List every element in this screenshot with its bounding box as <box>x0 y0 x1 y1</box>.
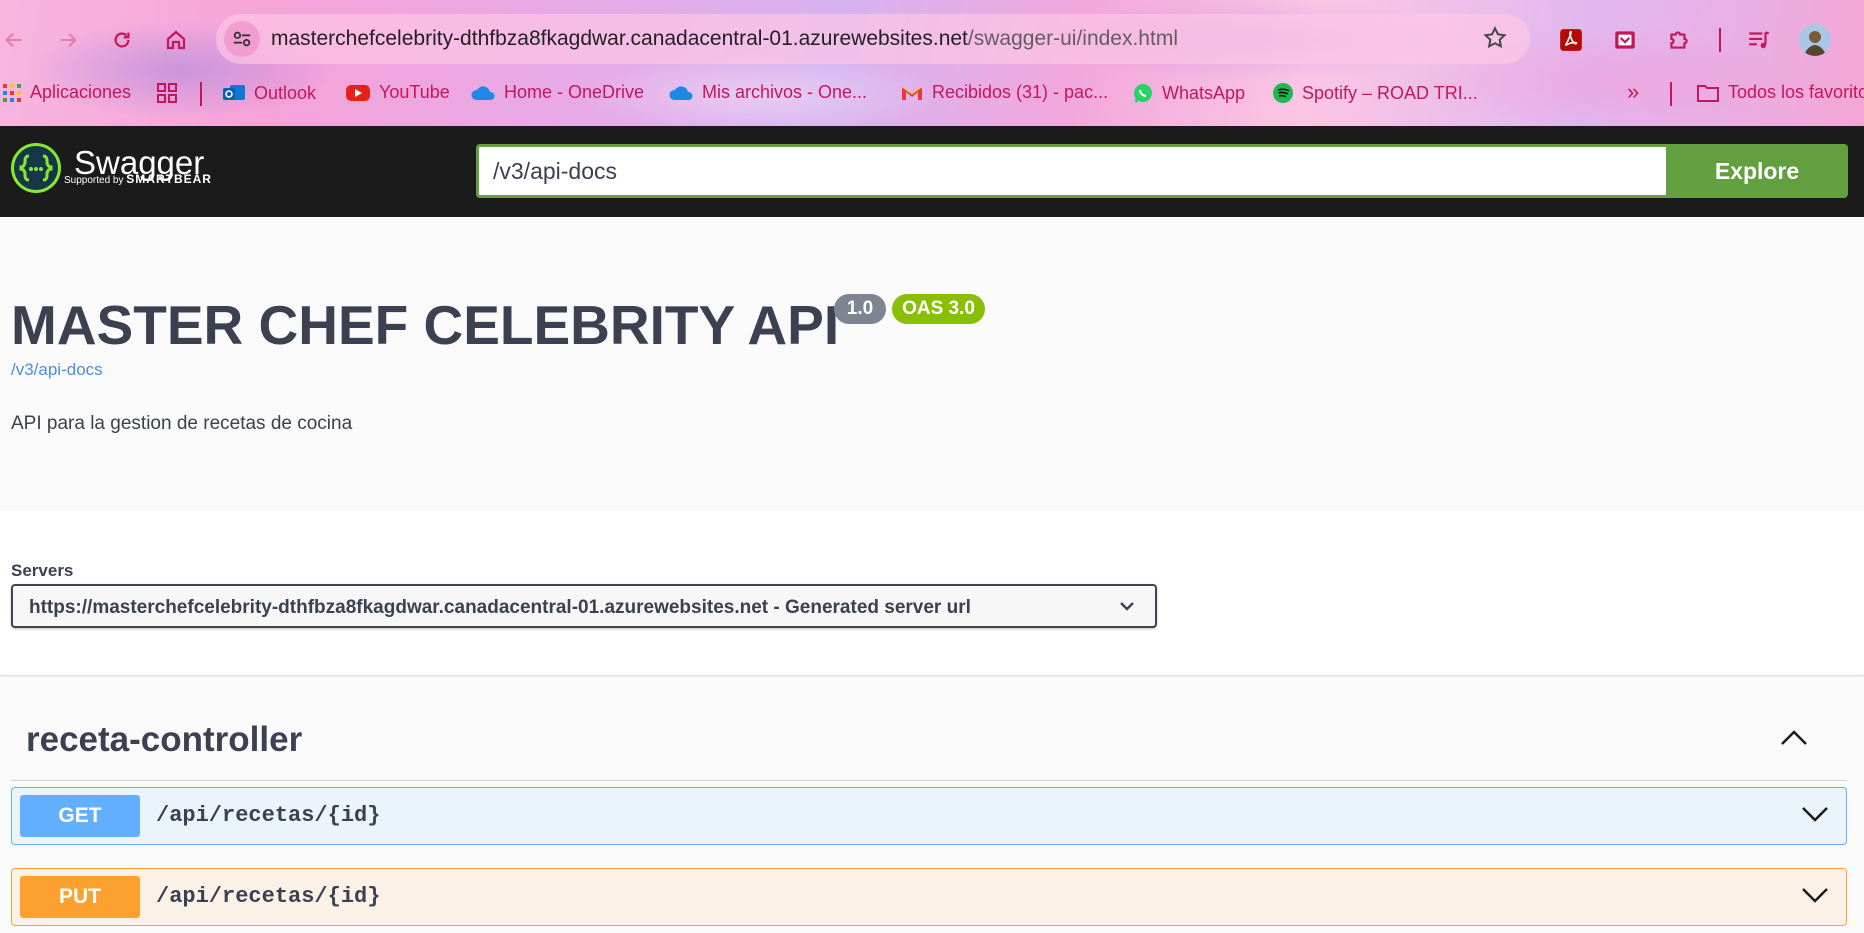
bookmark-divider <box>200 82 202 106</box>
method-badge: GET <box>20 795 140 837</box>
version-badge: 1.0 <box>834 294 886 324</box>
whatsapp-icon <box>1134 84 1152 103</box>
bookmark-star-button[interactable] <box>1482 25 1508 56</box>
bookmark-label: Recibidos (31) - pac... <box>932 82 1109 102</box>
operation-put-receta[interactable]: PUT /api/recetas/{id} <box>11 868 1847 926</box>
logo-sub-prefix: Supported by <box>64 175 124 186</box>
onedrive-icon <box>471 85 495 100</box>
server-selected-value: https://masterchefcelebrity-dthfbza8fkag… <box>29 597 971 618</box>
bookmark-outlook[interactable]: Outlook <box>222 82 316 104</box>
bookmarks-bar: Aplicaciones Outlook YouTube Home - OneD… <box>0 78 1864 112</box>
reload-icon <box>114 32 130 48</box>
bookmark-label: Todos los favoritos <box>1728 82 1864 102</box>
swagger-logo[interactable]: Swagger <box>10 142 204 194</box>
toolbar-divider <box>1719 28 1721 52</box>
chevron-down-icon[interactable] <box>1800 804 1830 824</box>
onedrive-icon <box>669 85 693 100</box>
outlook-icon <box>223 85 245 100</box>
spec-url-input[interactable] <box>476 144 1666 198</box>
operation-path: /api/recetas/{id} <box>156 803 381 828</box>
save-extension[interactable] <box>1611 26 1639 54</box>
logo-subtitle: Supported by SMARTBEAR <box>64 172 212 186</box>
tune-icon <box>233 31 251 47</box>
api-info: MASTER CHEF CELEBRITY API 1.0 OAS 3.0 /v… <box>0 217 1864 511</box>
browser-toolbar: masterchefcelebrity-dthfbza8fkagdwar.can… <box>0 12 1864 68</box>
browser-chrome: masterchefcelebrity-dthfbza8fkagdwar.can… <box>0 0 1864 126</box>
bookmark-label: Aplicaciones <box>30 82 132 102</box>
home-button[interactable] <box>162 26 190 54</box>
chevron-double-right-icon: » <box>1627 79 1640 104</box>
avatar-icon <box>1799 24 1831 56</box>
arrow-right-icon <box>60 32 77 48</box>
method-badge: PUT <box>20 876 140 918</box>
url-path: /swagger-ui/index.html <box>967 27 1178 50</box>
star-icon <box>1483 26 1507 49</box>
swagger-logo-icon <box>11 143 61 193</box>
servers-label: Servers <box>11 561 74 580</box>
bookmark-label: Spotify – ROAD TRI... <box>1302 82 1478 103</box>
grid-icon <box>157 83 177 103</box>
oas-badge: OAS 3.0 <box>892 294 985 324</box>
address-bar[interactable]: masterchefcelebrity-dthfbza8fkagdwar.can… <box>216 14 1530 64</box>
bookmark-aplicaciones[interactable]: Aplicaciones <box>2 82 131 103</box>
pocket-icon <box>1615 31 1635 49</box>
bookmark-spotify[interactable]: Spotify – ROAD TRI... <box>1272 82 1478 104</box>
reload-button[interactable] <box>108 26 136 54</box>
bookmark-onedrive-home[interactable]: Home - OneDrive <box>470 82 644 103</box>
bookmark-youtube[interactable]: YouTube <box>345 82 450 103</box>
tag-section-header[interactable]: receta-controller <box>11 702 1847 781</box>
spotify-icon <box>1273 83 1293 103</box>
url-text: masterchefcelebrity-dthfbza8fkagdwar.can… <box>271 27 1178 51</box>
chevron-down-icon <box>1120 602 1134 611</box>
bookmark-whatsapp[interactable]: WhatsApp <box>1132 82 1245 104</box>
explore-button[interactable]: Explore <box>1666 144 1848 198</box>
chevron-up-icon[interactable] <box>1779 728 1809 748</box>
arrow-left-icon <box>5 32 22 48</box>
bookmark-label: Home - OneDrive <box>504 82 645 102</box>
bookmark-onedrive-files[interactable]: Mis archivos - One... <box>668 82 867 103</box>
puzzle-icon <box>1670 31 1688 49</box>
bookmark-grid[interactable] <box>156 82 178 104</box>
bookmark-gmail[interactable]: Recibidos (31) - pac... <box>900 82 1108 103</box>
pdf-icon <box>1560 29 1582 51</box>
bookmark-label: Outlook <box>254 82 317 103</box>
bookmark-label: YouTube <box>379 82 450 102</box>
forward-button[interactable] <box>54 26 82 54</box>
chevron-down-icon[interactable] <box>1800 885 1830 905</box>
all-bookmarks-button[interactable]: Todos los favoritos <box>1696 82 1864 103</box>
swagger-topbar: Swagger Supported by SMARTBEAR Explore <box>0 126 1864 217</box>
site-settings-button[interactable] <box>224 21 260 57</box>
gmail-icon <box>901 86 923 100</box>
media-controls-button[interactable] <box>1745 26 1773 54</box>
spec-link[interactable]: /v3/api-docs <box>11 360 103 380</box>
queue-music-icon <box>1749 31 1770 49</box>
bookmarks-overflow-button[interactable]: » <box>1627 79 1639 105</box>
api-description: API para la gestion de recetas de cocina <box>11 413 353 434</box>
logo-sub-brand: SMARTBEAR <box>126 172 212 186</box>
tag-name: receta-controller <box>26 720 303 759</box>
home-icon <box>166 30 186 50</box>
profile-avatar[interactable] <box>1799 24 1831 56</box>
bookmark-label: Mis archivos - One... <box>702 82 868 102</box>
extensions-button[interactable] <box>1665 26 1693 54</box>
bookmark-divider <box>1670 82 1672 106</box>
back-button[interactable] <box>0 26 28 54</box>
operation-path: /api/recetas/{id} <box>156 884 381 909</box>
apps-grid-icon <box>3 83 21 102</box>
url-host: masterchefcelebrity-dthfbza8fkagdwar.can… <box>271 27 968 50</box>
api-title: MASTER CHEF CELEBRITY API <box>11 294 840 356</box>
folder-icon <box>1697 84 1719 102</box>
operation-get-receta[interactable]: GET /api/recetas/{id} <box>11 787 1847 845</box>
server-select[interactable]: https://masterchefcelebrity-dthfbza8fkag… <box>11 584 1157 628</box>
youtube-icon <box>346 84 370 101</box>
servers-section: Servers https://masterchefcelebrity-dthf… <box>0 511 1864 675</box>
bookmark-label: WhatsApp <box>1162 82 1246 103</box>
acrobat-extension[interactable] <box>1557 26 1585 54</box>
